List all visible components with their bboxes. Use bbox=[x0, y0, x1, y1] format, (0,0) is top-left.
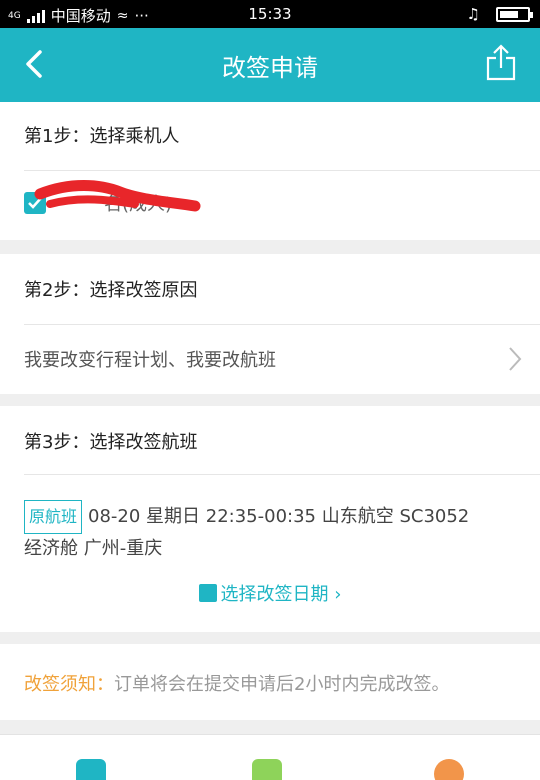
chevron-right-icon[interactable] bbox=[508, 346, 522, 372]
step2-divider bbox=[24, 324, 540, 325]
notice-text: 订单将会在提交申请后2小时内完成改签。 bbox=[114, 674, 450, 695]
document-tab-icon[interactable] bbox=[76, 759, 106, 780]
help-tab-icon[interactable] bbox=[434, 759, 464, 780]
share-icon[interactable] bbox=[484, 42, 518, 82]
flight-details: 08-20 星期日 22:35-00:35 山东航空 SC3052 bbox=[88, 506, 470, 527]
status-bar: 4G 中国移动 ≈ ··· 15:33 ♫ bbox=[0, 0, 540, 28]
select-date-label: 选择改签日期 bbox=[220, 584, 329, 605]
battery-fill bbox=[500, 10, 518, 18]
notice-label: 改签须知： bbox=[24, 674, 114, 695]
app-header: 改签申请 bbox=[0, 28, 540, 102]
original-flight-tag: 原航班 bbox=[24, 500, 83, 534]
step3-divider bbox=[24, 474, 540, 475]
step2-title: 第2步：选择改签原因 bbox=[24, 280, 198, 301]
cabin-route: 经济舱 广州-重庆 bbox=[24, 538, 163, 559]
page-title: 改签申请 bbox=[222, 54, 318, 82]
battery-icon bbox=[496, 6, 533, 22]
select-date-link[interactable]: 选择改签日期 › bbox=[0, 580, 540, 606]
step1-divider bbox=[24, 170, 540, 171]
step2-card: 第2步：选择改签原因 bbox=[0, 254, 540, 394]
status-time: 15:33 bbox=[248, 5, 292, 23]
redaction-scribble bbox=[34, 180, 201, 212]
step1-title: 第1步：选择乘机人 bbox=[24, 126, 180, 147]
change-reason[interactable]: 我要改变行程计划、我要改航班 bbox=[24, 346, 276, 372]
step3-title: 第3步：选择改签航班 bbox=[24, 432, 198, 453]
change-notice: 改签须知：订单将会在提交申请后2小时内完成改签。 bbox=[24, 670, 449, 696]
ticket-tab-icon[interactable] bbox=[252, 759, 282, 780]
status-right: ♫ bbox=[466, 5, 533, 23]
original-flight-info: 原航班 08-20 星期日 22:35-00:35 山东航空 SC3052 经济舱… bbox=[24, 500, 520, 564]
calendar-icon bbox=[198, 584, 217, 602]
bottom-tab-bar bbox=[0, 734, 540, 780]
mute-bell-icon: ♫ bbox=[466, 5, 480, 23]
chevron-right-small-icon: › bbox=[334, 584, 342, 605]
